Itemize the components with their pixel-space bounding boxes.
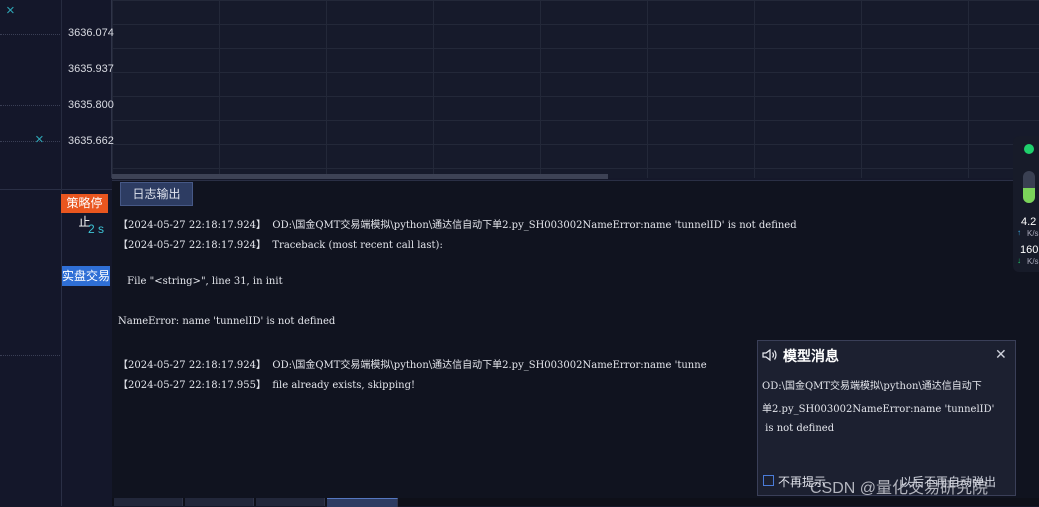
status-dot-icon bbox=[1024, 144, 1034, 154]
live-trading-button[interactable]: 实盘交易 bbox=[62, 266, 110, 286]
upload-arrow-icon: ↑ bbox=[1017, 228, 1021, 237]
grid-dotted-line bbox=[0, 34, 60, 35]
log-line: 【2024-05-27 22:18:17.924】 OD:\国金QMT交易端模拟… bbox=[118, 360, 707, 371]
price-chart[interactable] bbox=[112, 0, 1039, 178]
download-unit: K/s bbox=[1027, 257, 1039, 266]
y-axis-label: 3635.662 bbox=[68, 135, 114, 147]
strategy-column bbox=[0, 0, 112, 506]
y-axis-label: 3636.074 bbox=[68, 27, 114, 39]
run-interval: 2 s bbox=[88, 222, 105, 236]
level-gauge-fill bbox=[1023, 188, 1035, 203]
grid-dotted-line bbox=[0, 105, 60, 106]
log-line: 【2024-05-27 22:18:17.924】 Traceback (mos… bbox=[118, 240, 443, 251]
log-line: 【2024-05-27 22:18:17.924】 OD:\国金QMT交易端模拟… bbox=[118, 220, 797, 231]
divider bbox=[61, 0, 62, 190]
popup-message-line: 单2.py_SH003002NameError:name 'tunnelID' bbox=[762, 404, 995, 415]
dont-remind-checkbox[interactable] bbox=[763, 475, 774, 486]
bottom-tab[interactable] bbox=[256, 498, 325, 506]
speaker-icon bbox=[762, 348, 777, 362]
download-speed: 160 bbox=[1020, 244, 1039, 256]
bottom-tab[interactable] bbox=[114, 498, 183, 506]
upload-unit: K/s bbox=[1027, 229, 1039, 238]
divider bbox=[0, 189, 112, 190]
upload-speed: 4.2 bbox=[1021, 216, 1037, 228]
y-axis-label: 3635.937 bbox=[68, 63, 114, 75]
tab-log-output[interactable]: 日志输出 bbox=[120, 182, 193, 206]
download-arrow-icon: ↓ bbox=[1017, 256, 1021, 265]
bottom-tab[interactable] bbox=[185, 498, 254, 506]
popup-message-line: OD:\国金QMT交易端模拟\python\通达信自动下 bbox=[762, 381, 982, 392]
y-axis-label: 3635.800 bbox=[68, 99, 114, 111]
close-icon[interactable]: ✕ bbox=[995, 346, 1007, 363]
signal-marker-icon: × bbox=[6, 2, 15, 19]
log-line: File "<string>", line 31, in init bbox=[124, 276, 283, 287]
grid-dotted-line bbox=[0, 141, 60, 142]
chart-scrollbar[interactable] bbox=[112, 174, 608, 179]
log-line: NameError: name 'tunnelID' is not define… bbox=[118, 316, 336, 327]
popup-message-line: is not defined bbox=[762, 423, 835, 434]
divider bbox=[61, 190, 62, 506]
stop-strategy-button[interactable]: 策略停止 bbox=[61, 194, 108, 229]
log-line: 【2024-05-27 22:18:17.955】 file already e… bbox=[118, 380, 416, 391]
popup-title: 模型消息 bbox=[783, 348, 839, 364]
watermark-text: CSDN @量化交易研究院 bbox=[810, 480, 989, 497]
grid-dotted-line bbox=[0, 355, 60, 356]
signal-marker-icon: × bbox=[35, 131, 44, 148]
